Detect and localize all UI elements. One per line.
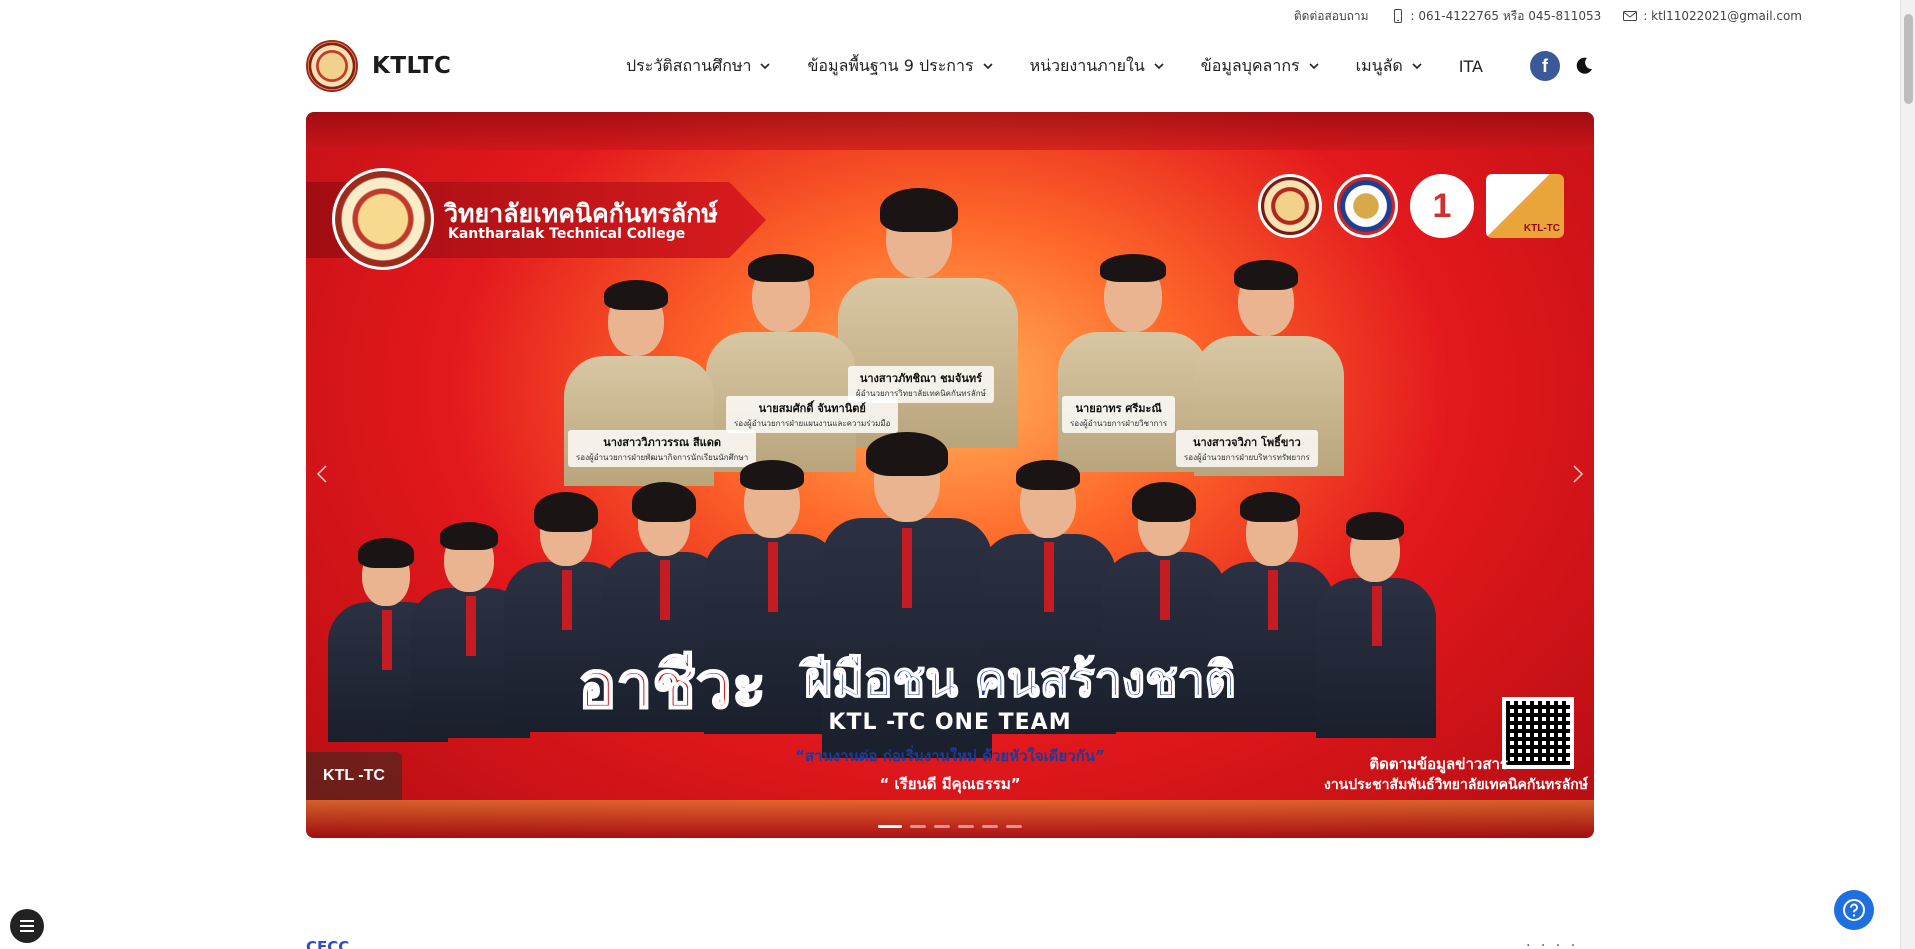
site-header: KTLTC ประวัติสถานศึกษา ข้อมูลพื้นฐาน 9 ป… (306, 34, 1594, 98)
staff-title: รองผู้อำนวยการฝ่ายวิชาการ (1070, 419, 1168, 428)
nav-label: ข้อมูลบุคลากร (1200, 55, 1300, 75)
qr-code (1502, 697, 1574, 769)
staff-name: นางสาวภัทชิณา ชมจันทร์ (859, 372, 983, 385)
nav-label: หน่วยงานภายใน (1029, 55, 1145, 75)
help-button[interactable] (1834, 890, 1874, 930)
main-nav: ประวัติสถานศึกษา ข้อมูลพื้นฐาน 9 ประการ … (626, 54, 1483, 79)
chevron-left-icon (316, 465, 327, 483)
carousel-indicator[interactable] (910, 825, 926, 828)
facebook-icon[interactable]: f (1530, 51, 1560, 81)
nav-label: ประวัติสถานศึกษา (626, 55, 752, 75)
nav-ita[interactable]: ITA (1459, 57, 1483, 76)
email-text: : ktl11022021@gmail.com (1643, 9, 1802, 23)
staff-nameplate: นางสาวจวิภา โพธิ์ขาว รองผู้อำนวยการฝ่ายบ… (1176, 430, 1318, 467)
nav-departments[interactable]: หน่วยงานภายใน (1030, 54, 1165, 79)
menu-icon (20, 920, 34, 932)
brand-name: KTLTC (372, 53, 452, 79)
staff-nameplate: นายอาทร ศรีมะณี รองผู้อำนวยการฝ่ายวิชากา… (1062, 396, 1176, 433)
follow-news-label: ติดตามข้อมูลข่าวสาร (1369, 755, 1508, 773)
carousel-indicator[interactable] (934, 825, 950, 828)
team-name: KTL -TC ONE TEAM (828, 710, 1072, 735)
ktl-tc-logo-label: KTL-TC (1523, 223, 1560, 234)
hero-bottom-strip (306, 800, 1594, 838)
mail-icon (1623, 11, 1638, 21)
carousel-prev-button[interactable] (310, 462, 334, 486)
carousel-indicator[interactable] (878, 825, 902, 828)
carousel-indicator[interactable] (958, 825, 974, 828)
ktl-tc-hand-logo: KTL-TC (1486, 174, 1564, 238)
partner-logos: 1 KTL-TC (1258, 174, 1564, 238)
menu-button[interactable] (10, 909, 44, 943)
staff-title: รองผู้อำนวยการฝ่ายบริหารทรัพยากร (1184, 453, 1310, 462)
phone-icon (1393, 9, 1402, 23)
carousel-indicator[interactable] (1006, 825, 1022, 828)
chevron-down-icon (982, 63, 993, 70)
staff-title: รองผู้อำนวยการฝ่ายแผนงานและความร่วมมือ (734, 419, 891, 428)
nav-label: เมนูลัด (1355, 55, 1403, 75)
email-contact[interactable]: : ktl11022021@gmail.com (1623, 9, 1802, 23)
nav-personnel[interactable]: ข้อมูลบุคลากร (1201, 54, 1320, 79)
slogan-secondary: ฝีมือชน คนสร้างชาติ (803, 651, 1236, 709)
nav-basic-info[interactable]: ข้อมูลพื้นฐาน 9 ประการ (807, 54, 993, 79)
staff-name: นางสาวจวิภา โพธิ์ขาว (1192, 436, 1301, 449)
chevron-down-icon (1309, 63, 1319, 70)
hero-carousel[interactable]: วิทยาลัยเทคนิคกันทรลักษ์ Kantharalak Tec… (306, 112, 1594, 838)
college-logo (306, 40, 358, 92)
chevron-down-icon (1412, 63, 1422, 70)
page-scrollbar[interactable] (1900, 0, 1915, 949)
carousel-indicators (306, 825, 1594, 828)
contact-bar: ติดต่อสอบถาม : 061-4122765 หรือ 045-8110… (0, 0, 1900, 32)
scrollbar-thumb[interactable] (1904, 14, 1913, 104)
chevron-down-icon (1154, 63, 1164, 70)
section-title: CECC (306, 938, 350, 949)
staff-title: รองผู้อำนวยการฝ่ายพัฒนากิจการนักเรียนนัก… (576, 453, 749, 462)
phone-text: : 061-4122765 หรือ 045-811053 (1410, 8, 1602, 23)
section-more[interactable]: · · · · (1526, 938, 1578, 949)
carousel-indicator[interactable] (982, 825, 998, 828)
number-one-logo: 1 (1410, 174, 1474, 238)
brand-link[interactable]: KTLTC (306, 40, 566, 92)
chevron-right-icon (1573, 465, 1584, 483)
nav-label: ITA (1458, 56, 1483, 76)
phone-contact[interactable]: : 061-4122765 หรือ 045-811053 (1391, 7, 1602, 26)
college-name-en: Kantharalak Technical College (448, 226, 686, 242)
chevron-down-icon (760, 63, 771, 70)
staff-name: นายสมศักดิ์ จันทานิตย์ (758, 402, 866, 415)
question-icon (1843, 899, 1865, 921)
ktl-tc-badge: KTL -TC (306, 752, 402, 800)
staff-nameplate: นางสาววิภาวรรณ สีแดด รองผู้อำนวยการฝ่ายพ… (568, 430, 757, 467)
carousel-next-button[interactable] (1566, 462, 1590, 486)
college-seal (332, 168, 434, 270)
hero-top-strip (306, 112, 1594, 150)
header-actions: f (1530, 51, 1594, 81)
college-seal-logo (1258, 174, 1322, 238)
staff-name: นางสาววิภาวรรณ สีแดด (603, 436, 722, 449)
nav-shortcuts[interactable]: เมนูลัด (1356, 54, 1423, 79)
vocational-office-logo (1334, 174, 1398, 238)
nav-label: ข้อมูลพื้นฐาน 9 ประการ (807, 55, 974, 75)
nav-history[interactable]: ประวัติสถานศึกษา (626, 54, 771, 79)
contact-label: ติดต่อสอบถาม (1293, 8, 1369, 23)
page: ติดต่อสอบถาม : 061-4122765 หรือ 045-8110… (0, 0, 1915, 949)
dark-mode-icon[interactable] (1574, 56, 1594, 76)
staff-nameplate: นายสมศักดิ์ จันทานิตย์ รองผู้อำนวยการฝ่า… (726, 396, 899, 433)
pr-department-label: งานประชาสัมพันธ์วิทยาลัยเทคนิคกันทรลักษ์ (1323, 777, 1588, 793)
staff-name: นายอาทร ศรีมะณี (1075, 402, 1162, 415)
